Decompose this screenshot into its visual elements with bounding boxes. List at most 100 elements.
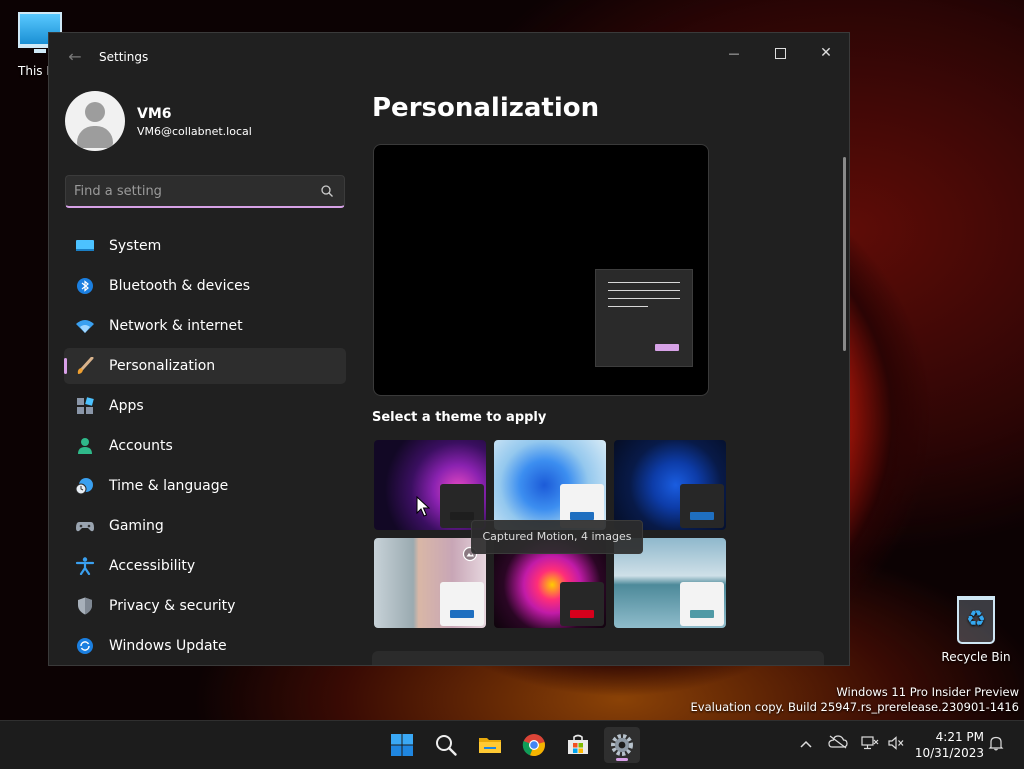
theme-accent-swatch bbox=[570, 512, 594, 520]
theme-tile-spotlight[interactable] bbox=[374, 538, 486, 628]
taskbar-settings[interactable] bbox=[604, 727, 640, 763]
search-input[interactable] bbox=[74, 180, 310, 202]
bluetooth-icon bbox=[77, 278, 93, 294]
sidebar-item-label: Accessibility bbox=[109, 558, 196, 574]
settings-card[interactable] bbox=[372, 651, 824, 665]
sidebar-item-label: Bluetooth & devices bbox=[109, 278, 251, 294]
active-app-indicator bbox=[616, 758, 628, 761]
taskbar-file-explorer[interactable] bbox=[472, 727, 508, 763]
theme-tile-captured-motion[interactable] bbox=[374, 440, 486, 530]
person-icon bbox=[78, 438, 92, 454]
chrome-icon bbox=[522, 734, 545, 757]
sidebar-item-time-language[interactable]: Time & language bbox=[64, 468, 346, 504]
theme-tile-windows-dark[interactable] bbox=[614, 440, 726, 530]
close-icon: ✕ bbox=[820, 45, 832, 61]
taskbar-chrome[interactable] bbox=[516, 727, 552, 763]
watermark-line: Evaluation copy. Build 25947.rs_prerelea… bbox=[690, 700, 1019, 714]
desktop-icon-label: Recycle Bin bbox=[941, 650, 1011, 664]
preview-accent-button bbox=[655, 344, 679, 351]
shield-icon bbox=[78, 597, 92, 615]
minimize-icon: — bbox=[728, 47, 740, 60]
theme-section-label: Select a theme to apply bbox=[372, 410, 547, 425]
theme-tooltip: Captured Motion, 4 images bbox=[471, 520, 643, 554]
sidebar-item-label: Network & internet bbox=[109, 318, 243, 334]
sidebar-item-network[interactable]: Network & internet bbox=[64, 308, 346, 344]
theme-accent-swatch bbox=[450, 512, 474, 520]
theme-window-preview bbox=[680, 484, 724, 528]
taskbar-store[interactable] bbox=[560, 727, 596, 763]
sidebar-item-label: System bbox=[109, 238, 162, 254]
theme-accent-swatch bbox=[690, 610, 714, 618]
sidebar-item-label: Time & language bbox=[109, 478, 229, 494]
user-name: VM6 bbox=[137, 106, 172, 122]
onedrive-status[interactable] bbox=[828, 735, 848, 755]
clock-time: 4:21 PM bbox=[935, 730, 984, 744]
avatar[interactable] bbox=[65, 91, 125, 151]
clock-date: 10/31/2023 bbox=[914, 746, 984, 760]
sidebar-item-label: Privacy & security bbox=[109, 598, 236, 614]
sidebar-item-personalization[interactable]: Personalization bbox=[64, 348, 346, 384]
gamepad-icon bbox=[76, 522, 94, 532]
sidebar-item-label: Accounts bbox=[109, 438, 173, 454]
theme-accent-swatch bbox=[450, 610, 474, 618]
page-title: Personalization bbox=[372, 93, 600, 123]
start-button[interactable] bbox=[384, 727, 420, 763]
sidebar-item-label: Gaming bbox=[109, 518, 164, 534]
theme-window-preview bbox=[560, 582, 604, 626]
sidebar-item-label: Personalization bbox=[109, 358, 216, 374]
network-disconnected-icon bbox=[861, 736, 879, 750]
close-button[interactable]: ✕ bbox=[803, 37, 849, 69]
watermark-line: Windows 11 Pro Insider Preview bbox=[836, 685, 1019, 699]
sidebar-item-gaming[interactable]: Gaming bbox=[64, 508, 346, 544]
search-icon bbox=[436, 735, 457, 756]
recycle-bin-icon: ♻ bbox=[957, 596, 995, 644]
maximize-icon bbox=[774, 47, 786, 59]
sidebar-item-system[interactable]: System bbox=[64, 228, 346, 264]
windows-logo-icon bbox=[391, 734, 413, 756]
user-email: VM6@collabnet.local bbox=[137, 125, 252, 138]
sidebar-item-accessibility[interactable]: Accessibility bbox=[64, 548, 346, 584]
title-bar[interactable]: ← Settings — ✕ bbox=[49, 33, 849, 81]
theme-window-preview bbox=[680, 582, 724, 626]
theme-window-preview bbox=[440, 582, 484, 626]
accessibility-icon bbox=[75, 557, 95, 575]
volume-status[interactable] bbox=[886, 735, 906, 755]
desktop-icon-recycle-bin[interactable]: ♻ Recycle Bin bbox=[940, 596, 1012, 664]
back-arrow-icon: ← bbox=[68, 47, 82, 66]
store-icon bbox=[568, 734, 588, 754]
show-hidden-icons-button[interactable] bbox=[796, 735, 816, 755]
taskbar-search-button[interactable] bbox=[428, 727, 464, 763]
back-button[interactable]: ← bbox=[65, 47, 85, 67]
theme-accent-swatch bbox=[690, 512, 714, 520]
scrollbar-thumb[interactable] bbox=[843, 157, 846, 351]
sidebar-item-label: Windows Update bbox=[109, 638, 227, 654]
search-icon bbox=[321, 185, 333, 197]
theme-tile-windows-light[interactable] bbox=[494, 440, 606, 530]
notifications-button[interactable] bbox=[986, 735, 1006, 755]
taskbar: 4:21 PM 10/31/2023 bbox=[0, 720, 1024, 769]
sidebar-item-windows-update[interactable]: Windows Update bbox=[64, 628, 346, 664]
update-icon bbox=[77, 638, 93, 654]
taskbar-clock[interactable]: 4:21 PM 10/31/2023 bbox=[912, 729, 984, 761]
minimize-button[interactable]: — bbox=[711, 37, 757, 69]
globe-clock-icon bbox=[75, 478, 93, 495]
sidebar-item-bluetooth[interactable]: Bluetooth & devices bbox=[64, 268, 346, 304]
chevron-up-icon bbox=[800, 740, 812, 748]
sidebar-nav: System Bluetooth & devices Network & int… bbox=[64, 228, 346, 665]
folder-icon bbox=[479, 738, 501, 753]
network-status[interactable] bbox=[860, 735, 880, 755]
theme-accent-swatch bbox=[570, 610, 594, 618]
sidebar-item-label: Apps bbox=[109, 398, 144, 414]
volume-muted-icon bbox=[888, 736, 904, 750]
sidebar-item-apps[interactable]: Apps bbox=[64, 388, 346, 424]
preview-window bbox=[595, 269, 693, 367]
apps-icon bbox=[77, 397, 94, 414]
sidebar-item-privacy-security[interactable]: Privacy & security bbox=[64, 588, 346, 624]
maximize-button[interactable] bbox=[757, 37, 803, 69]
sidebar-item-accounts[interactable]: Accounts bbox=[64, 428, 346, 464]
search-box[interactable] bbox=[65, 175, 345, 208]
bell-icon bbox=[988, 736, 1004, 751]
window-title: Settings bbox=[99, 50, 149, 64]
theme-preview bbox=[373, 144, 709, 396]
cloud-offline-icon bbox=[828, 735, 848, 749]
